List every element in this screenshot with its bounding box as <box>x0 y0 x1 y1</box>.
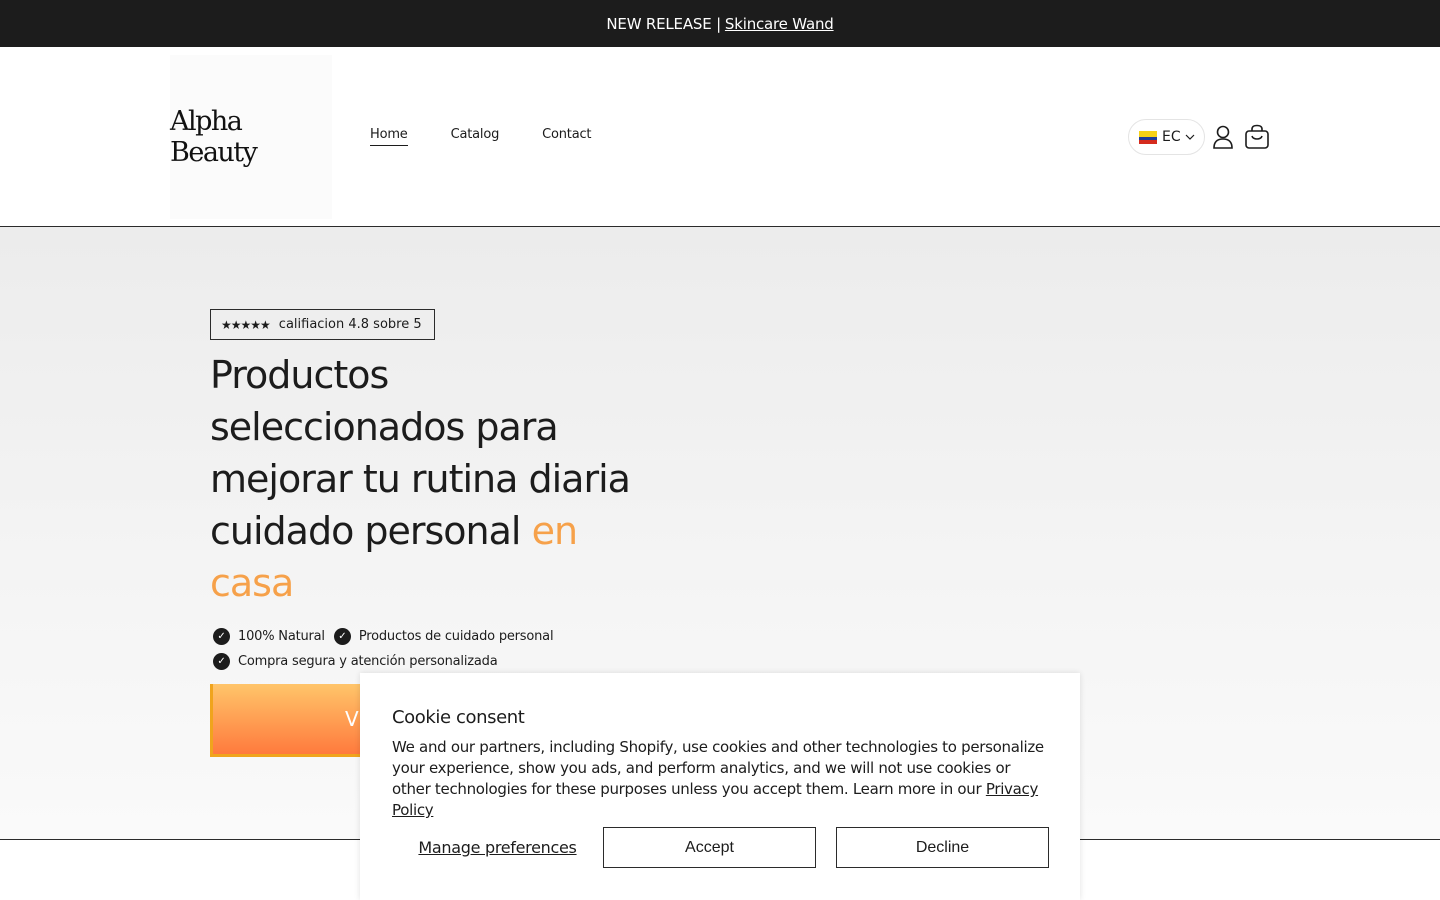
rating-text: califiacion 4.8 sobre 5 <box>278 317 422 332</box>
rating-badge: ★★★★★ califiacion 4.8 sobre 5 <box>210 309 435 340</box>
feature-item: ✓ Compra segura y atención personalizada <box>213 653 498 670</box>
cookie-actions: Manage preferences Accept Decline <box>392 827 1049 868</box>
cookie-title: Cookie consent <box>392 707 525 728</box>
manage-preferences-link[interactable]: Manage preferences <box>392 838 603 857</box>
cart-icon[interactable] <box>1243 123 1271 151</box>
logo-text: Alpha Beauty <box>170 106 258 168</box>
feature-list: ✓ 100% Natural ✓ Productos de cuidado pe… <box>213 624 562 674</box>
decline-button[interactable]: Decline <box>836 827 1049 868</box>
feature-label: Compra segura y atención personalizada <box>238 654 498 669</box>
user-icon[interactable] <box>1209 123 1237 151</box>
check-icon: ✓ <box>333 628 351 645</box>
stars-icon: ★★★★★ <box>221 317 271 332</box>
check-icon: ✓ <box>213 653 230 670</box>
feature-label: 100% Natural <box>238 629 325 644</box>
announcement-bar: NEW RELEASE | Skincare Wand <box>0 0 1440 47</box>
country-selector[interactable]: EC <box>1128 119 1205 155</box>
feature-item: ✓ Productos de cuidado personal <box>333 628 554 645</box>
ecuador-flag-icon <box>1139 130 1157 144</box>
hero-headline: Productos seleccionados para mejorar tu … <box>210 349 631 609</box>
feature-label: Productos de cuidado personal <box>358 629 554 644</box>
nav-item-contact[interactable]: Contact <box>542 127 591 146</box>
nav-item-home[interactable]: Home <box>370 127 408 146</box>
cookie-body: We and our partners, including Shopify, … <box>392 737 1052 821</box>
announcement-link[interactable]: Skincare Wand <box>725 15 834 33</box>
feature-item: ✓ 100% Natural <box>213 628 325 645</box>
chevron-down-icon <box>1185 132 1195 143</box>
cookie-consent-banner: Cookie consent We and our partners, incl… <box>360 673 1080 900</box>
check-icon: ✓ <box>213 628 230 645</box>
site-header: Alpha Beauty Home Catalog Contact EC <box>0 47 1440 227</box>
accept-button[interactable]: Accept <box>603 827 816 868</box>
cta-label: V <box>345 707 360 731</box>
announcement-text: NEW RELEASE | <box>606 14 721 33</box>
logo[interactable]: Alpha Beauty <box>170 55 332 219</box>
nav-item-catalog[interactable]: Catalog <box>451 127 500 146</box>
cookie-body-text: We and our partners, including Shopify, … <box>392 738 1044 798</box>
main-nav: Home Catalog Contact <box>370 127 634 146</box>
country-code: EC <box>1162 129 1181 145</box>
